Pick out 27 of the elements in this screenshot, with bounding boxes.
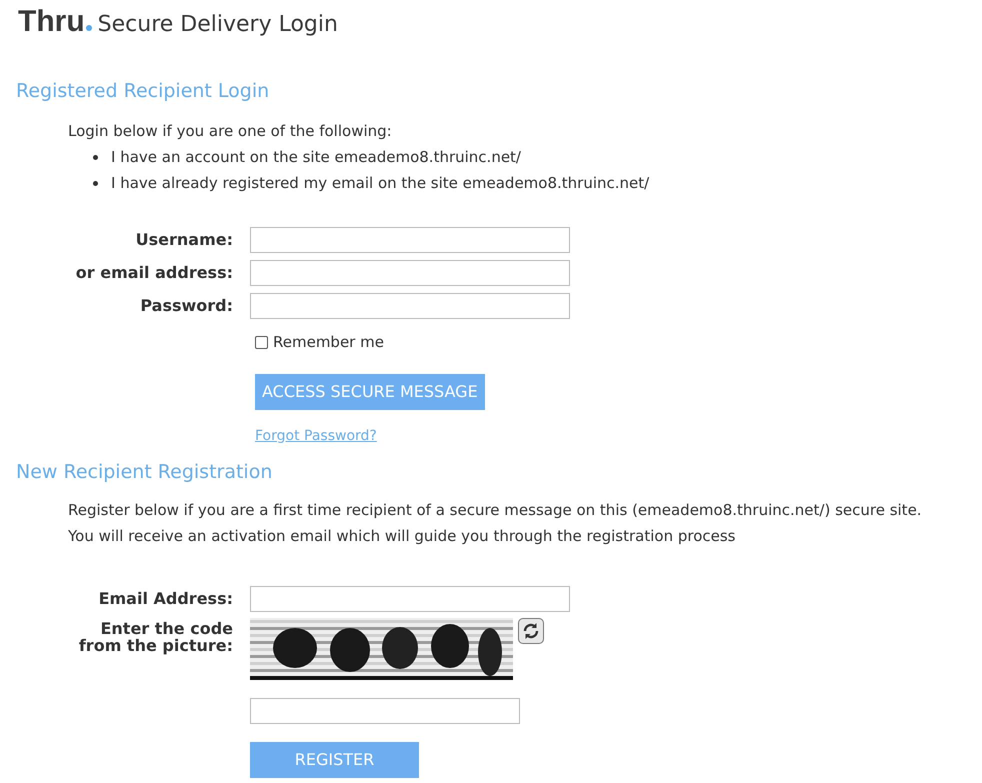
field-label: or email address:: [74, 262, 234, 284]
input-field[interactable]: [250, 260, 570, 286]
input-field[interactable]: [250, 227, 570, 253]
section-heading: New Recipient Registration: [16, 460, 274, 484]
forgot-password-link[interactable]: Forgot Password?: [255, 426, 377, 446]
input-field[interactable]: [250, 586, 570, 612]
list-item-text: I have an account on the site emeademo8.thruinc.net/: [111, 147, 521, 168]
field-label: Enter the code from the picture:: [78, 618, 234, 654]
field-label: Username:: [134, 229, 234, 251]
description-text: Register below if you are a first time recipient of a secure message on this (emeademo8.thruinc.net/) secure site.: [68, 500, 922, 520]
checkbox-label: Remember me: [273, 332, 384, 353]
field-label: Password:: [139, 295, 234, 317]
field-label: Email Address:: [98, 588, 234, 610]
list-item-text: I have already registered my email on the site emeademo8.thruinc.net/: [111, 173, 650, 194]
bullet-icon: [93, 154, 98, 160]
input-field[interactable]: [250, 293, 570, 319]
register-button[interactable]: REGISTER: [250, 742, 419, 778]
page-title: Secure Delivery Login: [98, 11, 338, 39]
refresh-icon[interactable]: [518, 618, 544, 644]
input-field[interactable]: [250, 698, 520, 724]
access-button[interactable]: ACCESS SECURE MESSAGE: [255, 374, 485, 410]
bullet-icon: [93, 180, 98, 186]
intro-text: Login below if you are one of the following:: [68, 121, 392, 142]
checkbox[interactable]: [255, 336, 268, 349]
logo: Thru: [18, 4, 85, 40]
description-text: You will receive an activation email which will guide you through the registration process: [68, 526, 736, 546]
section-heading: Registered Recipient Login: [16, 79, 270, 104]
